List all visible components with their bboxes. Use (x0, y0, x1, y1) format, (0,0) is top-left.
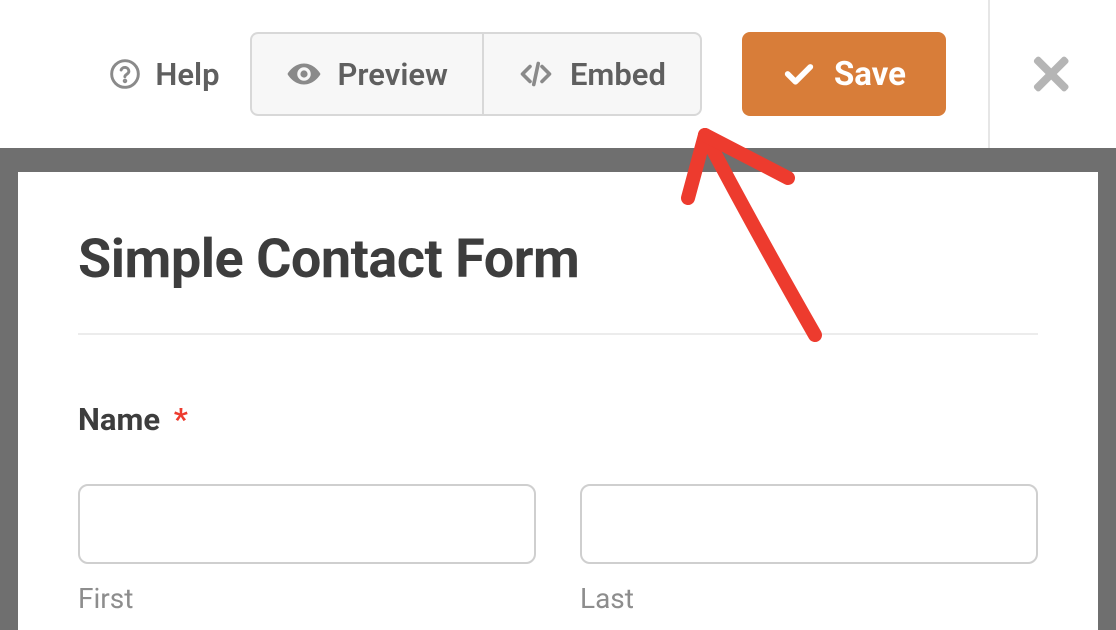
help-icon (109, 58, 141, 90)
help-label: Help (155, 56, 219, 93)
name-field-label: Name * (78, 401, 1038, 438)
close-icon (1029, 50, 1077, 98)
help-button[interactable]: Help (79, 32, 249, 116)
eye-icon (286, 56, 322, 92)
name-label-text: Name (78, 401, 160, 438)
first-sublabel: First (78, 582, 536, 615)
toolbar-inner: Help Preview (79, 0, 1116, 148)
last-name-col: Last (580, 484, 1038, 615)
last-name-input[interactable] (580, 484, 1038, 564)
close-button[interactable] (990, 0, 1116, 148)
title-divider (78, 333, 1038, 335)
form-canvas: Simple Contact Form Name * First Last (18, 172, 1098, 630)
toolbar: Help Preview (0, 0, 1116, 148)
first-name-col: First (78, 484, 536, 615)
check-icon (782, 57, 816, 91)
code-icon (518, 56, 554, 92)
preview-embed-group: Preview Embed (250, 32, 702, 116)
first-name-input[interactable] (78, 484, 536, 564)
name-row: First Last (78, 484, 1038, 615)
last-sublabel: Last (580, 582, 1038, 615)
required-mark: * (174, 401, 188, 438)
save-button[interactable]: Save (742, 32, 946, 116)
preview-label: Preview (338, 56, 448, 93)
form-title: Simple Contact Form (78, 228, 1038, 291)
embed-label: Embed (570, 56, 666, 93)
preview-button[interactable]: Preview (252, 34, 482, 114)
embed-button[interactable]: Embed (482, 34, 700, 114)
save-label: Save (834, 55, 906, 94)
builder-stage: Simple Contact Form Name * First Last (0, 148, 1116, 630)
